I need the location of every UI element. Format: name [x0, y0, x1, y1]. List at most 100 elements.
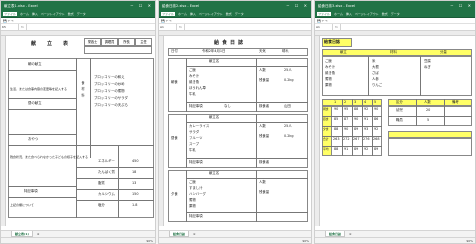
- ribbon-tab-layout[interactable]: ページレイアウト: [355, 12, 379, 16]
- grid-cell[interactable]: 90: [354, 117, 358, 122]
- window-controls[interactable]: − ☐ ✕: [450, 1, 473, 11]
- grid-cell[interactable]: 267: [353, 137, 359, 142]
- desktop: 献立表1.xlsx - Excel − ☐ ✕ ファイル ホーム 挿入 ページレ…: [0, 0, 476, 244]
- stamp-boxes: [84, 46, 152, 54]
- grid-cell[interactable]: 89: [374, 147, 378, 152]
- grid-cell[interactable]: 268: [373, 137, 379, 142]
- ingredient: 米: [372, 59, 376, 63]
- label-leftover: 残食量: [259, 78, 270, 82]
- window-controls[interactable]: − ☐ ✕: [286, 1, 309, 11]
- status-bar: 90%: [159, 237, 311, 243]
- ribbon-tab-home[interactable]: ホーム: [20, 12, 29, 16]
- grid-cell[interactable]: 95: [344, 107, 348, 112]
- ribbon-tab-insert[interactable]: 挿入: [32, 12, 38, 16]
- value-count: 25人: [284, 124, 292, 128]
- col-divider: [256, 114, 257, 168]
- fx-icon[interactable]: fx: [19, 24, 27, 30]
- sheet-tabs: 給食日誌 ⊕: [315, 230, 475, 237]
- grid-cell[interactable]: 90: [344, 127, 348, 132]
- ribbon-tab-file[interactable]: ファイル: [161, 12, 176, 16]
- ribbon-tabs: ファイル ホーム 挿入 ページレイアウト 数式 データ: [315, 11, 475, 18]
- ribbon-tab-data[interactable]: データ: [77, 12, 86, 16]
- ribbon-tab-formula[interactable]: 数式: [68, 12, 74, 16]
- right-cell[interactable]: 職員: [396, 118, 403, 123]
- sheet-tabs: 献立表(1) ⊕: [1, 230, 155, 237]
- grid-cell[interactable]: 89: [354, 127, 358, 132]
- date-value[interactable]: 令和2年4月1日: [202, 49, 225, 54]
- grid-cell[interactable]: 85: [334, 117, 338, 122]
- grid-cell[interactable]: 93: [364, 127, 368, 132]
- zoom-level[interactable]: 90%: [466, 238, 473, 243]
- row-divider: [8, 70, 76, 71]
- ribbon-tab-layout[interactable]: ページレイアウト: [199, 12, 223, 16]
- grid-cell[interactable]: 86: [374, 117, 378, 122]
- formula-input[interactable]: [27, 24, 155, 30]
- value-leftover: 0.2kg: [284, 134, 294, 138]
- ribbon-tab-file[interactable]: ファイル: [3, 12, 18, 16]
- name-box[interactable]: A1: [159, 24, 177, 30]
- ribbon-tab-home[interactable]: ホーム: [334, 12, 343, 16]
- right-cell[interactable]: 20: [426, 108, 430, 113]
- grid-cell[interactable]: 91: [364, 117, 368, 122]
- label-count: 人数: [259, 180, 266, 184]
- worksheet[interactable]: 給食日誌 日付 令和2年4月1日 天気 晴れ 朝食 献立名 ご飯 みそ汁 焼き魚…: [164, 36, 311, 226]
- formula-input[interactable]: [185, 24, 311, 30]
- grid-cell[interactable]: 87: [344, 117, 348, 122]
- ribbon-tab-data[interactable]: データ: [391, 12, 400, 16]
- ribbon-tab-formula[interactable]: 数式: [226, 12, 232, 16]
- ribbon-tab-insert[interactable]: 挿入: [346, 12, 352, 16]
- col-divider: [416, 99, 417, 126]
- menu-item: 煮物: [189, 198, 196, 202]
- zoom-level[interactable]: 90%: [146, 238, 153, 243]
- worksheet[interactable]: 給食日誌 献立 材料 分量 ご飯 みそ汁 焼き魚 煮物 果物 米 大根 さば 人…: [320, 36, 475, 226]
- ribbon-tab-formula[interactable]: 数式: [382, 12, 388, 16]
- grid-cell[interactable]: 90: [374, 107, 378, 112]
- add-sheet-icon[interactable]: ⊕: [37, 232, 40, 236]
- worksheet[interactable]: 献 立 表 栄養士 調理員 所長 主任 朝の献立 生活、または食事内容の変更等を…: [6, 36, 155, 226]
- formula-bar: K5 fx: [1, 24, 155, 31]
- grid-cell[interactable]: 91: [344, 147, 348, 152]
- window-controls[interactable]: − ☐ ✕: [130, 1, 153, 11]
- stamp-cell-cook[interactable]: 調理員: [101, 38, 118, 46]
- grid-cell[interactable]: 92: [364, 147, 368, 152]
- add-sheet-icon[interactable]: ⊕: [349, 232, 352, 236]
- stamp-cell-chief[interactable]: 主任: [135, 38, 152, 46]
- grid-cell[interactable]: 272: [343, 137, 349, 142]
- grid-cell[interactable]: 88: [354, 107, 358, 112]
- grid-cell[interactable]: 90: [334, 107, 338, 112]
- grid-cell[interactable]: 88: [334, 147, 338, 152]
- name-box[interactable]: A1: [315, 24, 333, 30]
- ribbon-tab-home[interactable]: ホーム: [178, 12, 187, 16]
- grid-cell[interactable]: 92: [374, 127, 378, 132]
- ribbon-tab-insert[interactable]: 挿入: [190, 12, 196, 16]
- name-box[interactable]: K5: [1, 24, 19, 30]
- right-cell[interactable]: 5: [427, 118, 429, 123]
- note-above: 上記の欄について: [10, 203, 34, 207]
- stamp-cell-nutritionist[interactable]: 栄養士: [84, 38, 101, 46]
- stamp-cell-director[interactable]: 所長: [118, 38, 135, 46]
- fx-icon[interactable]: fx: [177, 24, 185, 30]
- menu-item: 果物: [189, 204, 196, 208]
- weather-value[interactable]: 晴れ: [282, 49, 289, 54]
- right-cell[interactable]: 幼児: [396, 108, 403, 113]
- menu-item: サラダ: [189, 130, 200, 134]
- label-leftover: 残食量: [259, 134, 270, 138]
- ribbon-tab-data[interactable]: データ: [235, 12, 244, 16]
- ribbon-tab-file[interactable]: ファイル: [317, 12, 332, 16]
- fx-icon[interactable]: fx: [333, 24, 341, 30]
- row-divider: [76, 167, 154, 168]
- zoom-level[interactable]: 90%: [302, 238, 309, 243]
- grid-cell[interactable]: 89: [354, 147, 358, 152]
- window-title: 献立表1.xlsx - Excel: [4, 4, 38, 8]
- menu-item: フルーツ: [189, 136, 203, 140]
- section-label-breakfast: 朝食: [171, 80, 178, 84]
- grid-cell[interactable]: 263: [333, 137, 339, 142]
- grid-cell[interactable]: 88: [334, 127, 338, 132]
- grid-cell[interactable]: 276: [363, 137, 369, 142]
- formula-input[interactable]: [341, 24, 475, 30]
- menu-item: 果物: [325, 83, 332, 87]
- add-sheet-icon[interactable]: ⊕: [193, 232, 196, 236]
- menu-item: ご飯: [325, 59, 332, 63]
- ribbon-tab-layout[interactable]: ページレイアウト: [41, 12, 65, 16]
- grid-cell[interactable]: 92: [364, 107, 368, 112]
